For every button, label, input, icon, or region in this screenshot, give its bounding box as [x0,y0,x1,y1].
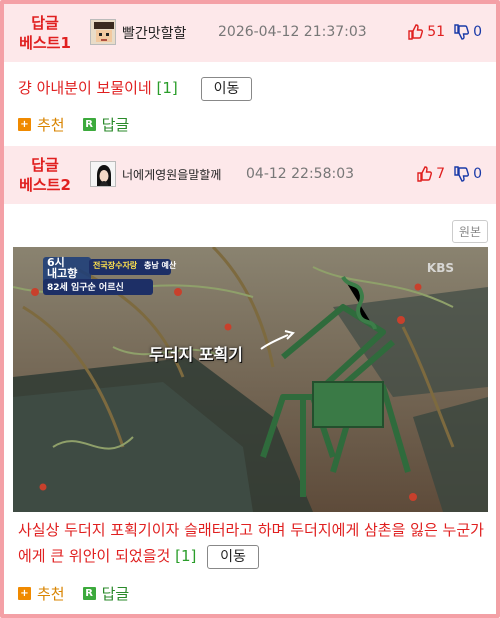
best1-recommend-button[interactable]: + 추천 [18,114,65,135]
tv-badge: 6시 내고향 [47,257,77,279]
best2-reply-label: 답글 [101,585,130,603]
thumb-down-icon[interactable] [453,166,470,182]
best2-label-line1: 답글 [31,156,59,174]
best2-upvote-count: 7 [436,166,446,182]
best1-downvote-count: 0 [473,24,482,40]
best2-actions: + 추천 R 답글 [18,583,129,604]
tv-region: 충남 예산 [143,261,177,270]
plus-icon: + [18,118,31,131]
thumb-up-icon[interactable] [407,24,424,40]
original-image-button[interactable]: 원본 [451,220,488,243]
kbs-watermark: KBS [426,261,454,275]
tv-show-title-text: 전국장수자랑 [93,261,138,270]
best2-label: 답글 베스트2 [10,155,80,195]
comment-image[interactable]: 6시 내고향 전국장수자랑 충남 예산 82세 임구순 어르신 KBS 두더지 … [13,247,488,512]
best1-actions: + 추천 R 답글 [18,114,129,135]
best2-recommend-button[interactable]: + 추천 [18,583,65,604]
best1-recommend-label: 추천 [37,116,65,134]
best1-votes: 51 0 [407,24,482,40]
tv-badge-line2: 내고향 [47,267,78,280]
thumb-up-icon[interactable] [416,166,433,182]
best2-downvote-count: 0 [473,166,482,182]
best1-reply-label: 답글 [101,116,130,134]
reply-r-icon: R [82,587,96,600]
best2-label-line2: 베스트2 [19,176,71,194]
best2-move-button[interactable]: 이동 [207,544,259,569]
best1-label: 답글 베스트1 [10,13,80,53]
best1-reply-count[interactable]: [1] [157,79,178,97]
best2-reply-button[interactable]: R 답글 [82,583,130,604]
thumb-down-icon[interactable] [453,24,470,40]
tv-person: 82세 임구순 어르신 [47,283,124,293]
best1-reply-button[interactable]: R 답글 [82,114,130,135]
best1-comment-text: 걍 아내분이 보물이네 [18,79,152,97]
avatar[interactable] [90,161,116,187]
best2-nickname[interactable]: 너에게영원을말할께 [122,166,221,183]
best2-date: 04-12 22:58:03 [246,166,355,182]
best1-label-line1: 답글 [31,14,59,32]
reply-r-icon: R [82,118,96,131]
best2-reply-count[interactable]: [1] [175,547,196,565]
best1-move-button[interactable]: 이동 [200,76,253,101]
best1-date: 2026-04-12 21:37:03 [218,24,367,40]
best1-label-line2: 베스트1 [19,34,71,52]
plus-icon: + [18,587,31,600]
best2-recommend-label: 추천 [37,585,65,603]
best2-header: 답글 베스트2 너에게영원을말할께 04-12 22:58:03 7 0 [4,146,496,204]
best1-comment: 걍 아내분이 보물이네 [1] 이동 [18,75,253,101]
image-caption: 두더지 포획기 [149,345,243,364]
avatar[interactable] [90,19,116,45]
best1-upvote-count: 51 [427,24,446,40]
best2-comment: 사실상 두더지 포획기이자 슬래터라고 하며 두더지에게 삼촌을 잃은 누군가에… [18,517,488,569]
best2-votes: 7 0 [416,166,482,182]
best1-header: 답글 베스트1 빨간맛할할 2026-04-12 21:37:03 51 0 [4,4,496,62]
best1-nickname[interactable]: 빨간맛할할 [122,23,186,43]
tv-show-title: 전국장수자랑 충남 예산 [93,260,176,271]
